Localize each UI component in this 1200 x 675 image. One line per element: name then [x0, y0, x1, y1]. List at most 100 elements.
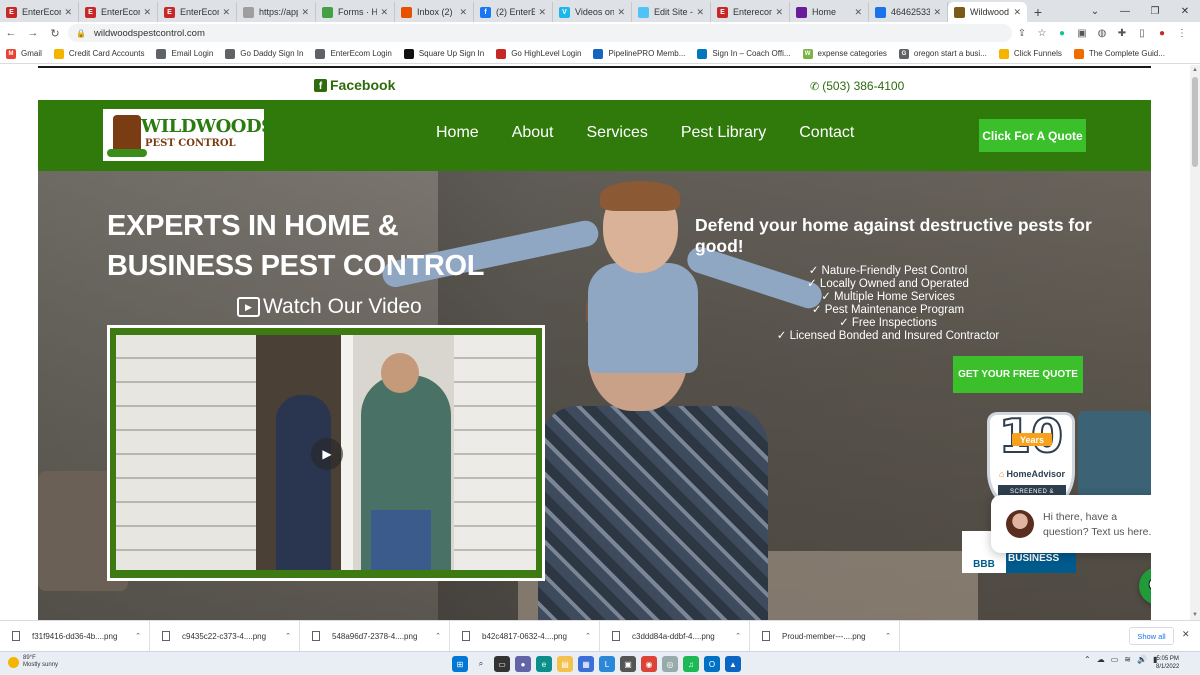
share-icon[interactable]: ⇪: [1012, 22, 1032, 44]
address-bar[interactable]: 🔒 wildwoodspestcontrol.com: [68, 24, 1012, 42]
download-options-chevron-icon[interactable]: ⌃: [585, 632, 591, 640]
tab-close-icon[interactable]: ✕: [459, 7, 467, 18]
bookmark-item[interactable]: PipelinePRO Memb...: [593, 48, 685, 59]
bookmark-item[interactable]: Click Funnels: [998, 48, 1062, 59]
puzzle-icon[interactable]: ✚: [1112, 22, 1132, 44]
tab-close-icon[interactable]: ✕: [380, 7, 388, 18]
minimize-button[interactable]: —: [1110, 0, 1140, 22]
download-item[interactable]: c3ddd84a-ddbf-4....png ⌃: [600, 620, 750, 652]
tab-search-icon[interactable]: ⌄: [1080, 0, 1110, 22]
bookmark-item[interactable]: Credit Card Accounts: [53, 48, 144, 59]
browser-tab[interactable]: https://app ✕: [237, 2, 316, 22]
bookmark-item[interactable]: Sign In – Coach Offi...: [697, 48, 791, 59]
page-scrollbar[interactable]: ▲ ▼: [1190, 65, 1200, 620]
bookmark-star-icon[interactable]: ☆: [1032, 22, 1052, 44]
task-view-icon[interactable]: ▭: [494, 656, 510, 672]
show-all-downloads-button[interactable]: Show all: [1129, 627, 1174, 645]
bookmark-item[interactable]: Email Login: [156, 48, 213, 59]
edge-icon[interactable]: e: [536, 656, 552, 672]
download-options-chevron-icon[interactable]: ⌃: [885, 632, 891, 640]
download-item[interactable]: c9435c22-c373-4....png ⌃: [150, 620, 300, 652]
nav-contact[interactable]: Contact: [799, 124, 854, 142]
click-for-quote-button[interactable]: Click For A Quote: [979, 119, 1086, 152]
volume-icon[interactable]: 🔊: [1137, 655, 1147, 664]
scrollbar-thumb[interactable]: [1192, 77, 1198, 167]
lock-icon[interactable]: 🔒: [76, 29, 86, 38]
browser-tab[interactable]: 46462533 ✕: [869, 2, 948, 22]
browser-tab[interactable]: V Videos on ✕: [553, 2, 632, 22]
display-icon[interactable]: ▭: [1111, 655, 1119, 664]
download-item[interactable]: b42c4817-0632-4....png ⌃: [450, 620, 600, 652]
download-item[interactable]: Proud-member---....png ⌃: [750, 620, 900, 652]
chrome-icon[interactable]: ◉: [641, 656, 657, 672]
menu-icon[interactable]: ⋮: [1172, 22, 1192, 44]
app-icon-2[interactable]: ▣: [620, 656, 636, 672]
browser-tab[interactable]: E EnterEcom✕: [79, 2, 158, 22]
bookmark-item[interactable]: The Complete Guid...: [1073, 48, 1165, 59]
site-logo[interactable]: WILDWOODS PEST CONTROL: [103, 109, 274, 161]
windows-start-icon[interactable]: ⊞: [452, 656, 468, 672]
tab-close-icon[interactable]: ✕: [222, 7, 230, 18]
bookmark-item[interactable]: Go Daddy Sign In: [225, 48, 303, 59]
close-window-button[interactable]: ✕: [1170, 0, 1200, 22]
grammarly-icon[interactable]: ●: [1052, 22, 1072, 44]
close-downloads-icon[interactable]: ✕: [1182, 629, 1190, 640]
weather-widget[interactable]: 89°F Mostly sunny: [8, 655, 58, 669]
forward-button[interactable]: →: [22, 22, 44, 44]
reload-button[interactable]: ↻: [44, 22, 66, 44]
tab-close-icon[interactable]: ✕: [696, 7, 704, 18]
tab-close-icon[interactable]: ✕: [538, 7, 546, 18]
scroll-down-arrow-icon[interactable]: ▼: [1190, 610, 1200, 620]
chat-open-button[interactable]: 💬: [1139, 567, 1151, 605]
tab-close-icon[interactable]: ✕: [617, 7, 625, 18]
search-icon[interactable]: ⌕: [473, 656, 489, 672]
get-free-quote-button[interactable]: GET YOUR FREE QUOTE: [953, 356, 1083, 393]
tray-chevron-icon[interactable]: ⌃: [1084, 655, 1091, 664]
download-options-chevron-icon[interactable]: ⌃: [135, 632, 141, 640]
app-icon-4[interactable]: ▲: [725, 656, 741, 672]
outlook-icon[interactable]: O: [704, 656, 720, 672]
browser-tab[interactable]: E EnterEcom✕: [158, 2, 237, 22]
nav-about[interactable]: About: [512, 124, 554, 142]
facebook-link[interactable]: f Facebook: [314, 77, 395, 93]
phone-link[interactable]: ✆ (503) 386-4100: [810, 79, 904, 93]
cloud-icon[interactable]: ☁: [1097, 655, 1105, 664]
file-explorer-icon[interactable]: ▤: [557, 656, 573, 672]
nav-pest-library[interactable]: Pest Library: [681, 124, 766, 142]
new-tab-button[interactable]: +: [1027, 2, 1049, 22]
wifi-icon[interactable]: ≋: [1124, 655, 1131, 664]
browser-tab[interactable]: Home ✕: [790, 2, 869, 22]
bookmark-item[interactable]: Wexpense categories: [802, 48, 887, 59]
download-options-chevron-icon[interactable]: ⌃: [735, 632, 741, 640]
spotify-icon[interactable]: ♫: [683, 656, 699, 672]
browser-tab[interactable]: Edit Site - ✕: [632, 2, 711, 22]
download-item[interactable]: 548a96d7-2378-4....png ⌃: [300, 620, 450, 652]
download-item[interactable]: f31f9416-dd36-4b....png ⌃: [0, 620, 150, 652]
video-play-button[interactable]: ▶: [311, 438, 343, 470]
browser-tab[interactable]: E EnterEcom✕: [0, 2, 79, 22]
browser-tab[interactable]: Forms · Hig✕: [316, 2, 395, 22]
browser-tab[interactable]: f (2) EnterEc✕: [474, 2, 553, 22]
tab-close-icon[interactable]: ✕: [1013, 7, 1021, 18]
profile-icon[interactable]: ●: [1152, 22, 1172, 44]
app-icon[interactable]: L: [599, 656, 615, 672]
nav-home[interactable]: Home: [436, 124, 479, 142]
download-options-chevron-icon[interactable]: ⌃: [285, 632, 291, 640]
tab-close-icon[interactable]: ✕: [64, 7, 72, 18]
browser-tab[interactable]: Wildwood ✕: [948, 2, 1027, 22]
scroll-up-arrow-icon[interactable]: ▲: [1190, 65, 1200, 75]
tab-close-icon[interactable]: ✕: [301, 7, 309, 18]
nav-services[interactable]: Services: [587, 124, 648, 142]
tab-close-icon[interactable]: ✕: [854, 7, 862, 18]
restore-button[interactable]: ❐: [1140, 0, 1170, 22]
sidebar-icon[interactable]: ▯: [1132, 22, 1152, 44]
tab-close-icon[interactable]: ✕: [933, 7, 941, 18]
extension-icon[interactable]: ▣: [1072, 22, 1092, 44]
tab-close-icon[interactable]: ✕: [143, 7, 151, 18]
store-icon[interactable]: ▦: [578, 656, 594, 672]
extension-icon-2[interactable]: ◍: [1092, 22, 1112, 44]
bookmark-item[interactable]: EnterEcom Login: [315, 48, 392, 59]
chat-prompt-bubble[interactable]: Hi there, have a question? Text us here.: [991, 495, 1151, 553]
chat-app-icon[interactable]: ●: [515, 656, 531, 672]
tab-close-icon[interactable]: ✕: [775, 7, 783, 18]
